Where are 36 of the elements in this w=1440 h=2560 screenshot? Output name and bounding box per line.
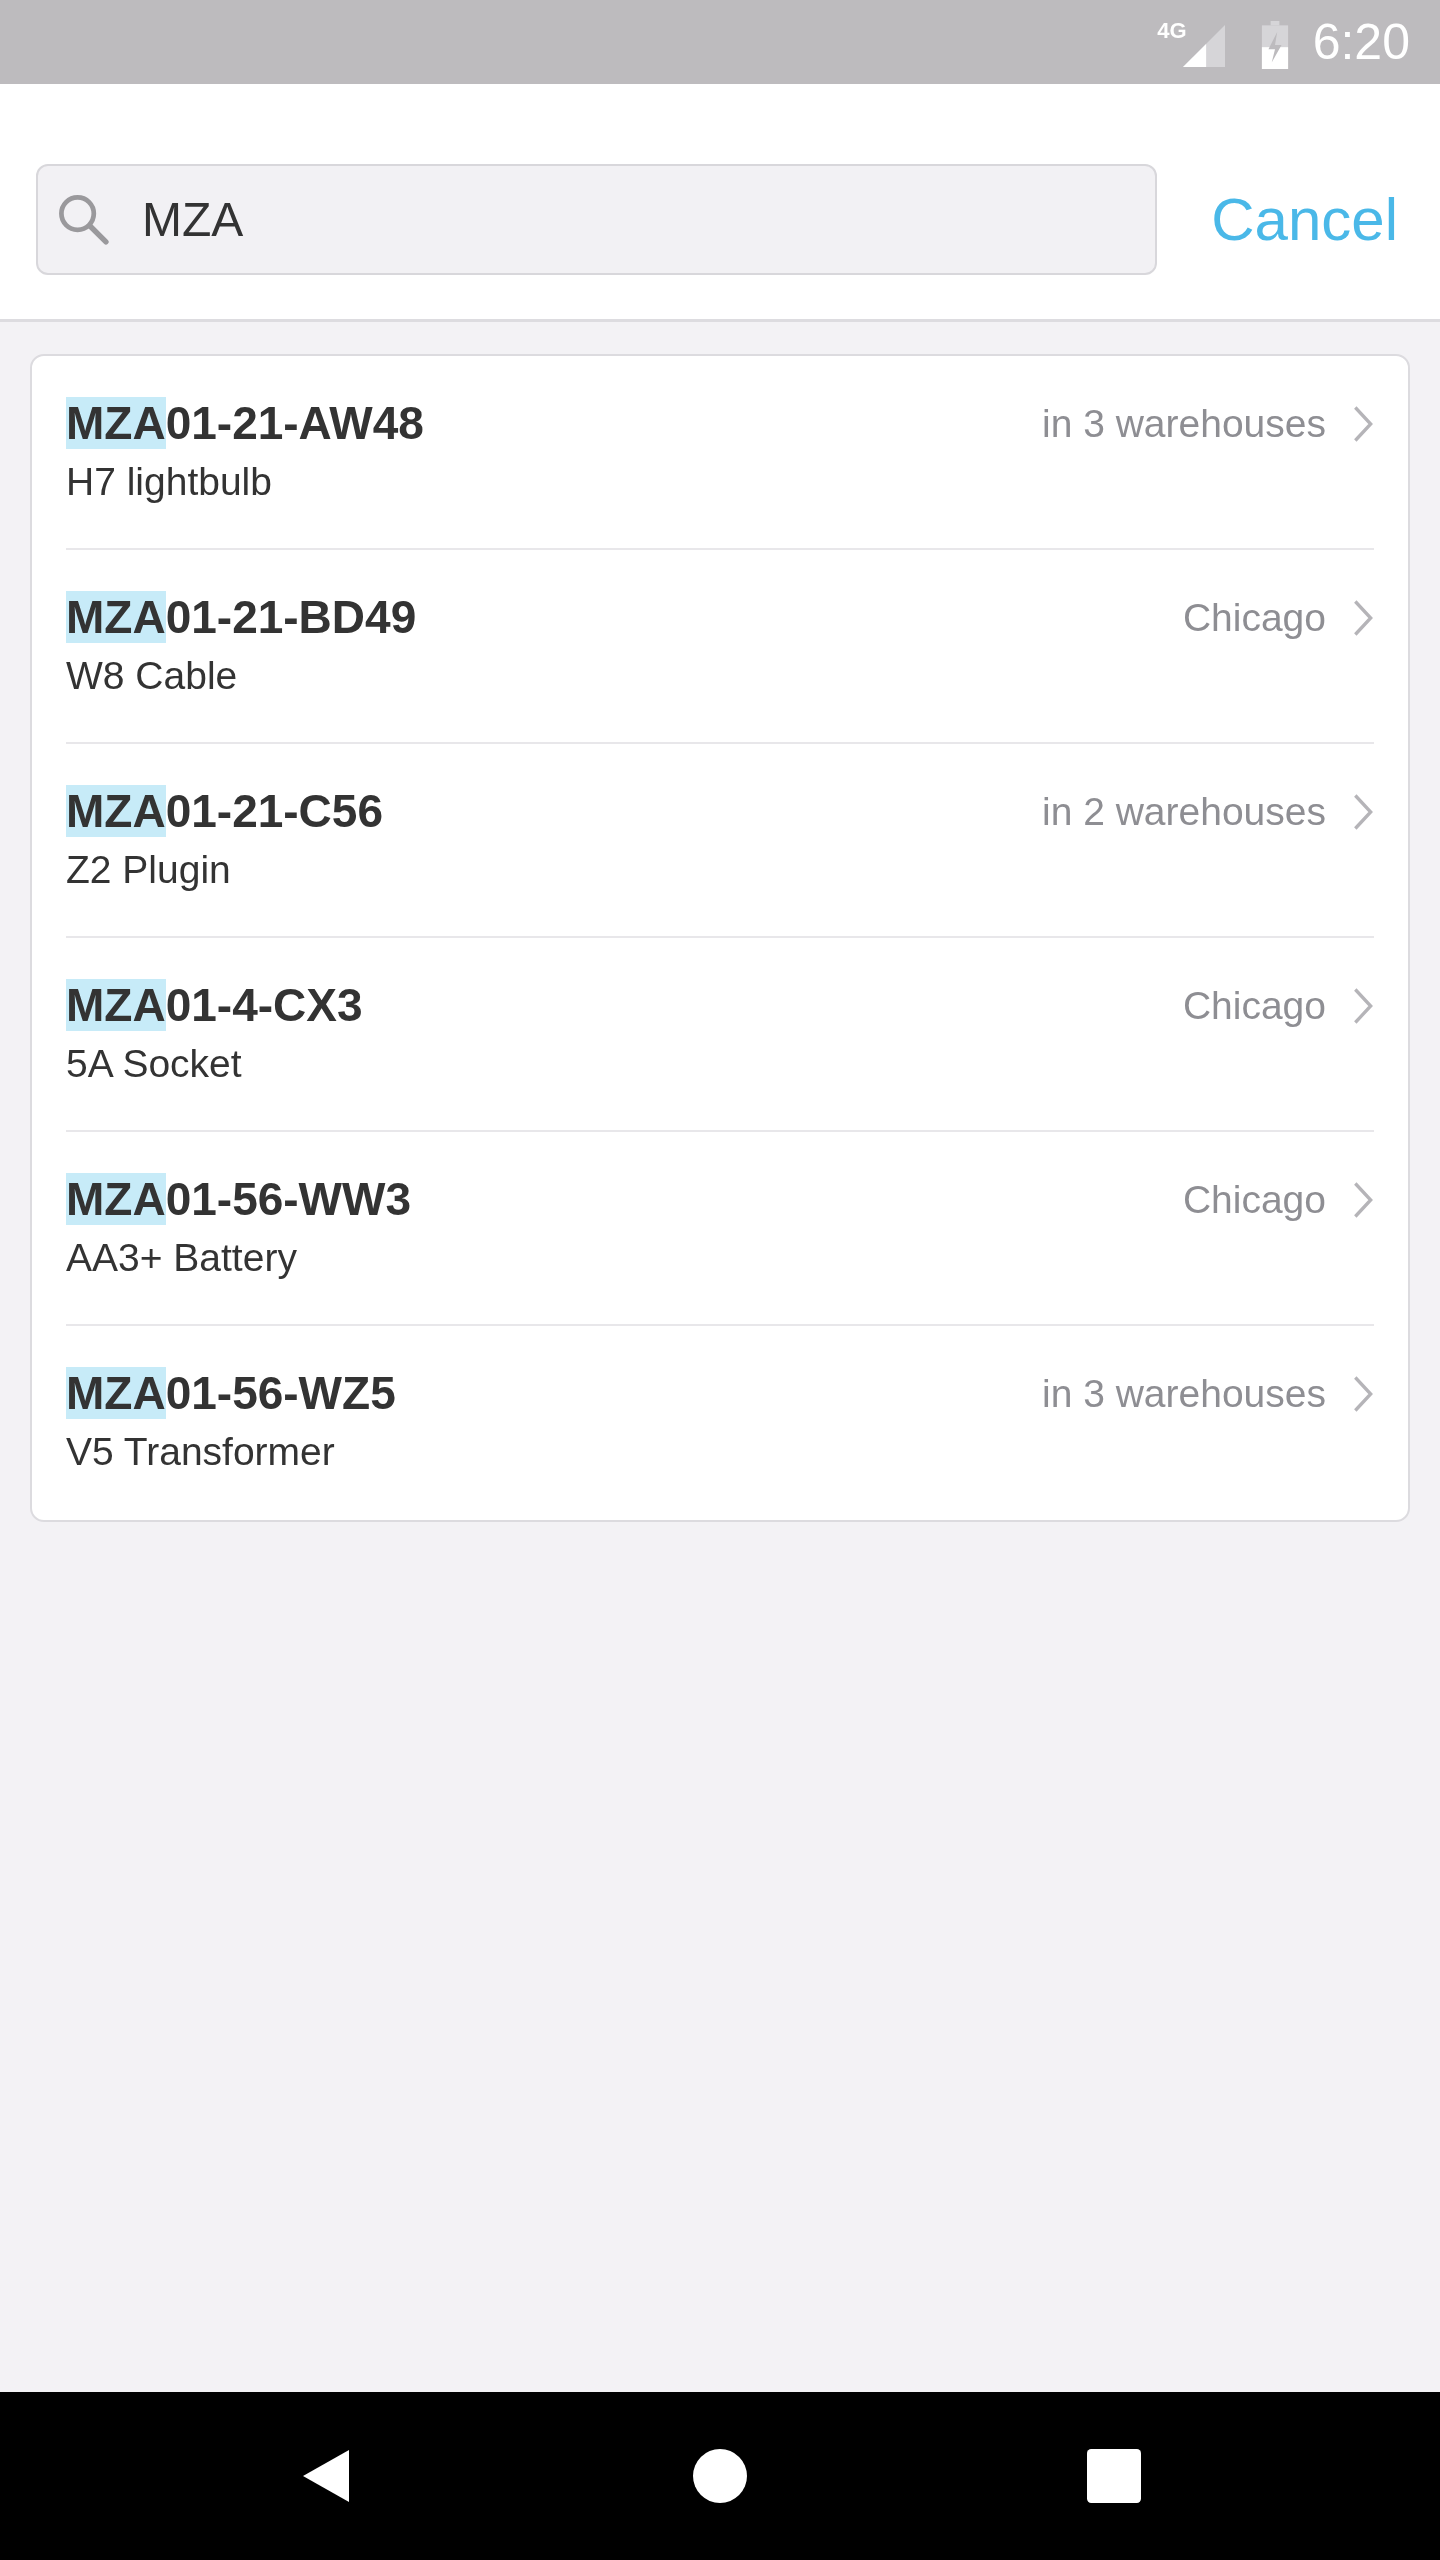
item-name: Z2 Plugin xyxy=(66,848,231,892)
search-field[interactable]: MZA xyxy=(36,164,1157,275)
chevron-icon xyxy=(1352,1374,1374,1414)
item-location: Chicago xyxy=(1182,596,1326,640)
item-location: Chicago xyxy=(1182,1178,1326,1222)
item-location: in 3 warehouses xyxy=(1042,1372,1326,1416)
item-code: MZA01-21-AW48 xyxy=(66,396,424,450)
recents-icon[interactable] xyxy=(1087,2448,1141,2504)
result-row[interactable]: MZA01-21-C56 Z2 Plugin in 2 warehouses xyxy=(66,744,1374,938)
chevron-icon xyxy=(1352,404,1374,444)
item-name: 5A Socket xyxy=(66,1042,242,1086)
item-code: MZA01-56-WZ5 xyxy=(66,1366,396,1420)
result-row[interactable]: MZA01-56-WZ5 V5 Transformer in 3 warehouses xyxy=(66,1326,1374,1520)
network-type: 4G xyxy=(1157,18,1187,44)
item-name: H7 lightbulb xyxy=(66,460,272,504)
result-row[interactable]: MZA01-21-BD49 W8 Cable Chicago xyxy=(66,550,1374,744)
chevron-icon xyxy=(1352,598,1374,638)
result-row[interactable]: MZA01-56-WW3 AA3+ Battery Chicago xyxy=(66,1132,1374,1326)
item-code: MZA01-56-WW3 xyxy=(66,1172,412,1226)
item-name: W8 Cable xyxy=(66,654,238,698)
item-location: Chicago xyxy=(1182,984,1326,1028)
chevron-icon xyxy=(1352,792,1374,832)
item-code: MZA01-21-C56 xyxy=(66,784,383,838)
item-location: in 2 warehouses xyxy=(1042,790,1326,834)
home-icon[interactable] xyxy=(693,2448,747,2504)
clock-time: 6:20 xyxy=(1312,13,1410,71)
result-row[interactable]: MZA01-21-AW48 H7 lightbulb in 3 warehouses xyxy=(66,356,1374,550)
item-code: MZA01-21-BD49 xyxy=(66,590,417,644)
item-code: MZA01-4-CX3 xyxy=(66,978,363,1032)
chevron-icon xyxy=(1352,986,1374,1026)
chevron-icon xyxy=(1352,1180,1374,1220)
item-name: AA3+ Battery xyxy=(66,1236,297,1280)
item-name: V5 Transformer xyxy=(66,1430,335,1474)
result-row[interactable]: MZA01-4-CX3 5A Socket Chicago xyxy=(66,938,1374,1132)
battery-icon xyxy=(1260,21,1289,69)
item-location: in 3 warehouses xyxy=(1042,402,1326,446)
